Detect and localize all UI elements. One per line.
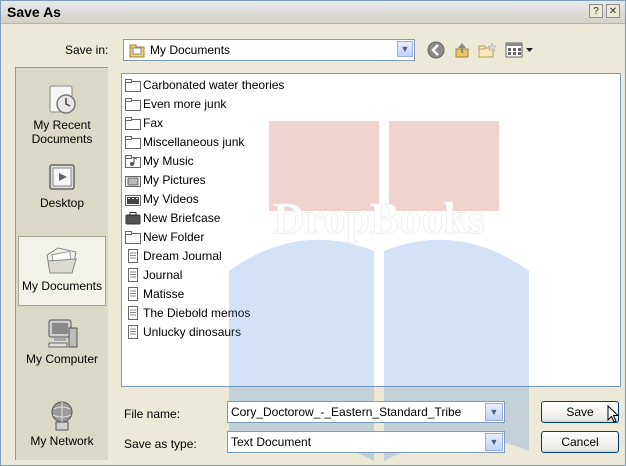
save-as-type-dropdown[interactable]: Text Document ▼: [227, 431, 505, 453]
chevron-down-icon[interactable]: ▼: [397, 41, 413, 57]
list-item[interactable]: New Briefcase: [125, 209, 220, 227]
new-folder-icon[interactable]: [477, 41, 497, 59]
list-item[interactable]: Fax: [125, 114, 163, 132]
file-name: My Videos: [143, 192, 199, 206]
save-as-type-value: Text Document: [231, 435, 312, 449]
file-name: My Pictures: [143, 173, 206, 187]
list-item[interactable]: Matisse: [125, 285, 184, 303]
save-in-label: Save in:: [65, 43, 109, 57]
list-item[interactable]: My Pictures: [125, 171, 206, 189]
file-name-input[interactable]: Cory_Doctorow_-_Eastern_Standard_Tribe ▼: [227, 401, 505, 423]
file-name: Unlucky dinosaurs: [143, 325, 242, 339]
text-document-icon: [128, 306, 138, 320]
text-document-icon: [128, 325, 138, 339]
list-item[interactable]: Carbonated water theories: [125, 76, 284, 94]
file-list[interactable]: Carbonated water theories Even more junk…: [121, 73, 621, 387]
place-desktop[interactable]: Desktop: [18, 160, 106, 210]
file-name: New Folder: [143, 230, 205, 244]
text-document-icon: [128, 287, 138, 301]
list-item[interactable]: My Videos: [125, 190, 199, 208]
file-name: Journal: [143, 268, 183, 282]
list-item[interactable]: My Music: [125, 152, 194, 170]
file-name: The Diebold memos: [143, 306, 251, 320]
list-item[interactable]: The Diebold memos: [125, 304, 250, 322]
folder-icon: [125, 117, 141, 130]
file-name: Carbonated water theories: [143, 78, 285, 92]
my-documents-small-icon: [129, 44, 145, 58]
file-name: Dream Journal: [143, 249, 222, 263]
file-name: Miscellaneous junk: [143, 135, 245, 149]
file-name: New Briefcase: [143, 211, 221, 225]
place-label: My Network: [30, 434, 94, 448]
folder-icon: [125, 231, 141, 244]
save-in-value: My Documents: [150, 43, 231, 57]
briefcase-icon: [125, 212, 141, 225]
file-name: Even more junk: [143, 97, 227, 111]
place-label: Desktop: [39, 196, 85, 210]
places-bar: My Recent Documents Desktop My Documents: [15, 67, 108, 460]
music-folder-icon: [125, 155, 141, 168]
save-as-type-label: Save as type:: [124, 437, 197, 451]
videos-folder-icon: [125, 195, 141, 206]
save-as-dialog: Save As ? ✕ Save in: My Documents ▼ My R…: [0, 0, 626, 466]
place-my-documents[interactable]: My Documents: [18, 236, 106, 306]
back-arrow-icon[interactable]: [427, 41, 445, 59]
cancel-button[interactable]: Cancel: [541, 431, 619, 453]
pictures-folder-icon: [125, 176, 141, 187]
folder-icon: [125, 98, 141, 111]
place-my-recent-documents[interactable]: My Recent Documents: [18, 82, 106, 146]
text-document-icon: [128, 249, 138, 263]
list-item[interactable]: Even more junk: [125, 95, 226, 113]
mouse-pointer-icon: [607, 405, 620, 423]
list-item[interactable]: Dream Journal: [125, 247, 222, 265]
list-item[interactable]: New Folder: [125, 228, 204, 246]
file-name-label: File name:: [124, 407, 181, 421]
file-name: Matisse: [143, 287, 185, 301]
list-item[interactable]: Unlucky dinosaurs: [125, 323, 241, 341]
place-my-computer[interactable]: My Computer: [18, 316, 106, 366]
help-button[interactable]: ?: [589, 4, 603, 18]
my-computer-icon: [48, 319, 78, 348]
place-label: My Recent Documents: [31, 118, 93, 146]
folder-icon: [125, 79, 141, 92]
chevron-down-icon[interactable]: ▼: [485, 403, 503, 421]
place-label: My Documents: [21, 279, 103, 293]
desktop-icon: [49, 164, 75, 190]
up-one-level-icon[interactable]: [453, 41, 471, 59]
file-name-value: Cory_Doctorow_-_Eastern_Standard_Tribe: [231, 405, 462, 419]
title-bar[interactable]: Save As ? ✕: [1, 1, 625, 24]
chevron-down-icon[interactable]: ▼: [485, 433, 503, 451]
place-my-network[interactable]: My Network: [18, 398, 106, 448]
my-network-icon: [51, 401, 73, 431]
file-name: My Music: [143, 154, 194, 168]
file-name: Fax: [143, 116, 164, 130]
list-item[interactable]: Journal: [125, 266, 182, 284]
list-item[interactable]: Miscellaneous junk: [125, 133, 244, 151]
my-documents-icon: [46, 247, 77, 274]
close-button[interactable]: ✕: [606, 4, 620, 18]
place-label: My Computer: [25, 352, 99, 366]
folder-icon: [125, 136, 141, 149]
text-document-icon: [128, 268, 138, 282]
save-in-dropdown[interactable]: My Documents ▼: [123, 39, 415, 61]
window-title: Save As: [7, 4, 61, 20]
recent-documents-icon: [49, 85, 76, 114]
views-menu-icon[interactable]: [505, 41, 535, 59]
